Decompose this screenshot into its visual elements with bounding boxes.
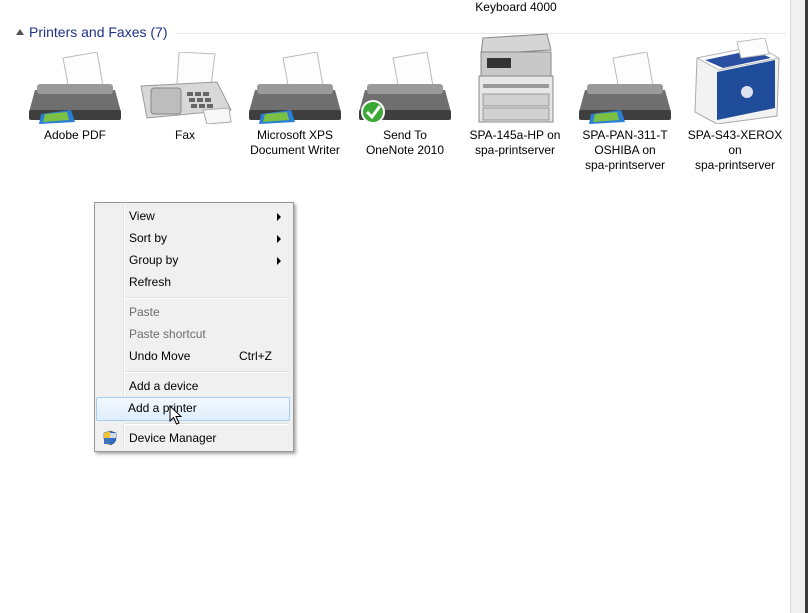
device-caption-keyboard[interactable]: Keyboard 4000 xyxy=(466,0,566,14)
device-fax[interactable]: Fax xyxy=(130,52,240,143)
uac-shield-icon xyxy=(103,430,117,446)
fax-icon xyxy=(140,52,232,124)
device-label: SPA-S43-XEROX on spa-printserver xyxy=(687,128,783,172)
device-spa-s43-xerox[interactable]: SPA-S43-XEROX on spa-printserver xyxy=(680,38,790,173)
menu-separator xyxy=(125,371,289,373)
device-label: Send To OneNote 2010 xyxy=(365,128,445,157)
menu-item-label: View xyxy=(129,209,155,223)
menu-item-refresh[interactable]: Refresh xyxy=(97,271,289,293)
menu-item-view[interactable]: View xyxy=(97,205,289,227)
device-label: SPA-PAN-311-T OSHIBA on spa-printserver xyxy=(582,128,668,172)
device-spa-pan-311-toshiba[interactable]: SPA-PAN-311-T OSHIBA on spa-printserver xyxy=(570,52,680,173)
printer-icon xyxy=(579,52,671,124)
device-spa-145a-hp[interactable]: SPA-145a-HP on spa-printserver xyxy=(460,33,570,158)
printer-icon xyxy=(249,52,341,124)
menu-item-group-by[interactable]: Group by xyxy=(97,249,289,271)
device-label: Microsoft XPS Document Writer xyxy=(250,128,340,157)
submenu-arrow-icon xyxy=(277,235,281,243)
menu-item-label: Device Manager xyxy=(129,431,217,445)
mouse-cursor-icon xyxy=(169,405,183,425)
menu-item-label: Add a printer xyxy=(128,401,197,415)
device-label: Fax xyxy=(174,128,195,142)
menu-item-add-device[interactable]: Add a device xyxy=(97,375,289,397)
menu-item-device-manager[interactable]: Device Manager xyxy=(97,427,289,449)
menu-item-label: Paste xyxy=(129,305,160,319)
menu-item-label: Refresh xyxy=(129,275,172,289)
menu-separator xyxy=(125,423,289,425)
menu-item-label: Add a device xyxy=(129,379,199,393)
menu-item-undo-move[interactable]: Undo Move Ctrl+Z xyxy=(97,345,289,367)
menu-separator xyxy=(125,297,289,299)
menu-item-paste[interactable]: Paste xyxy=(97,301,289,323)
context-menu: View Sort by Group by Refresh Paste Past… xyxy=(94,202,294,452)
device-label: SPA-145a-HP on spa-printserver xyxy=(469,128,561,157)
submenu-arrow-icon xyxy=(277,213,281,221)
multifunction-printer-icon xyxy=(478,33,554,123)
printers-group-header[interactable]: Printers and Faxes (7) xyxy=(16,24,786,44)
menu-item-add-printer[interactable]: Add a printer xyxy=(96,397,290,421)
printer-default-icon xyxy=(359,52,451,124)
window-edge xyxy=(790,0,808,613)
device-microsoft-xps[interactable]: Microsoft XPS Document Writer xyxy=(240,52,350,158)
device-list: Adobe PDF Fax Microsoft XPS Document Wri… xyxy=(20,33,790,202)
collapse-arrow-icon[interactable] xyxy=(16,29,24,35)
printer-icon xyxy=(29,52,121,124)
menu-item-label: Group by xyxy=(129,253,179,267)
menu-item-paste-shortcut[interactable]: Paste shortcut xyxy=(97,323,289,345)
submenu-arrow-icon xyxy=(277,257,281,265)
menu-item-label: Undo Move xyxy=(129,349,191,363)
device-adobe-pdf[interactable]: Adobe PDF xyxy=(20,52,130,143)
menu-item-sort-by[interactable]: Sort by xyxy=(97,227,289,249)
menu-item-label: Paste shortcut xyxy=(129,327,206,341)
group-title: Printers and Faxes (7) xyxy=(29,24,168,40)
xerox-printer-icon xyxy=(694,38,781,124)
device-send-to-onenote[interactable]: Send To OneNote 2010 xyxy=(350,52,460,158)
device-label: Adobe PDF xyxy=(43,128,107,142)
menu-item-label: Sort by xyxy=(129,231,168,245)
menu-item-shortcut: Ctrl+Z xyxy=(239,349,272,363)
